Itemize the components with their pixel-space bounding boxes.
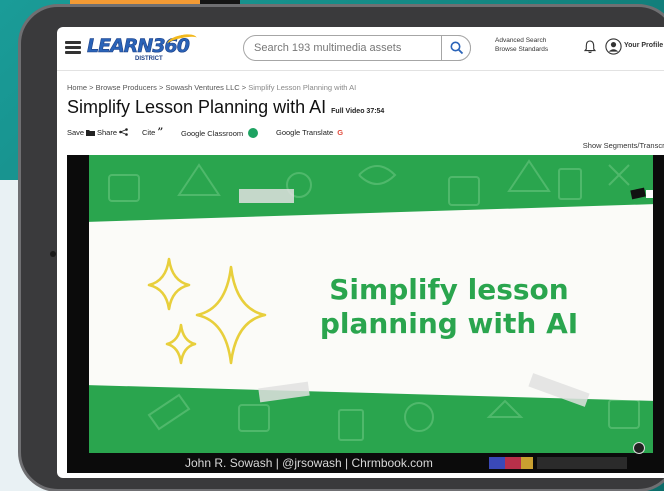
google-classroom-label: Google Classroom (181, 129, 244, 138)
breadcrumb-separator: > (89, 83, 94, 92)
search-box[interactable]: Search 193 multimedia assets (243, 35, 471, 61)
slide-title-line-1: Simplify lesson (329, 273, 569, 306)
caption-color-block (521, 457, 533, 469)
share-label: Share (97, 128, 118, 137)
tape-decoration (239, 189, 294, 203)
caption-color-block (537, 457, 627, 469)
browser-screen: LEARN360 DISTRICT Search 193 multimedia … (57, 27, 664, 478)
search-button[interactable] (441, 35, 471, 61)
cite-button[interactable]: Cite ” (142, 127, 164, 138)
breadcrumb-producer[interactable]: Sowash Ventures LLC (165, 83, 239, 92)
google-classroom-icon (248, 128, 259, 138)
google-translate-label: Google Translate (276, 128, 334, 137)
google-translate-button[interactable]: Google Translate G (276, 128, 343, 137)
breadcrumb-home[interactable]: Home (67, 83, 87, 92)
sparkle-icon (147, 257, 267, 365)
search-icon (450, 41, 464, 55)
tablet-device: LEARN360 DISTRICT Search 193 multimedia … (18, 4, 664, 491)
google-g-icon: G (337, 128, 344, 137)
slide-title: Simplify lesson planning with AI (269, 273, 629, 341)
closed-caption-icon[interactable] (633, 442, 645, 454)
browse-standards-link[interactable]: Browse Standards (495, 45, 548, 54)
slide-title-line-2: planning with AI (319, 307, 579, 340)
video-duration-badge: Full Video 37:54 (331, 108, 385, 115)
site-header: LEARN360 DISTRICT Search 193 multimedia … (57, 27, 664, 71)
video-caption-bar: John R. Sowash | @jrsowash | Chrmbook.co… (67, 453, 664, 473)
breadcrumb-separator: > (241, 83, 247, 92)
quote-icon: ” (157, 127, 164, 138)
breadcrumb-browse-producers[interactable]: Browse Producers (96, 83, 157, 92)
video-player[interactable]: Simplify lesson planning with AI John R.… (67, 155, 664, 473)
channel-logo-icon (630, 187, 653, 200)
hamburger-menu-icon[interactable] (65, 41, 81, 54)
video-frame: Simplify lesson planning with AI (89, 155, 653, 453)
profile-link[interactable]: Your Profile (624, 42, 663, 49)
folder-icon (86, 130, 96, 136)
advanced-search-link[interactable]: Advanced Search (495, 36, 548, 45)
breadcrumb-separator: > (158, 83, 164, 92)
share-icon (119, 128, 128, 136)
page-title-text: Simplify Lesson Planning with AI (67, 97, 327, 117)
save-label: Save (67, 128, 85, 137)
avatar-icon[interactable] (605, 38, 622, 55)
share-button[interactable]: Share (97, 128, 128, 137)
logo-subtitle: DISTRICT (135, 56, 163, 62)
google-classroom-button[interactable]: Google Classroom (181, 128, 259, 138)
caption-color-block (505, 457, 521, 469)
breadcrumb-current: Simplify Lesson Planning with AI (248, 83, 357, 92)
tablet-camera (50, 251, 56, 257)
learn360-logo[interactable]: LEARN360 DISTRICT (87, 32, 198, 65)
header-links: Advanced Search Browse Standards (495, 36, 548, 54)
bell-icon[interactable] (584, 40, 596, 54)
cite-label: Cite (142, 128, 156, 137)
video-caption-text: John R. Sowash | @jrsowash | Chrmbook.co… (185, 456, 433, 470)
search-input[interactable]: Search 193 multimedia assets (254, 42, 401, 54)
show-segments-transcript-toggle[interactable]: Show Segments/Transcript + (583, 141, 664, 150)
caption-color-block (489, 457, 505, 469)
page-title: Simplify Lesson Planning with AI Full Vi… (67, 97, 384, 118)
breadcrumb: Home > Browse Producers > Sowash Venture… (67, 83, 356, 92)
save-button[interactable]: Save (67, 128, 96, 137)
